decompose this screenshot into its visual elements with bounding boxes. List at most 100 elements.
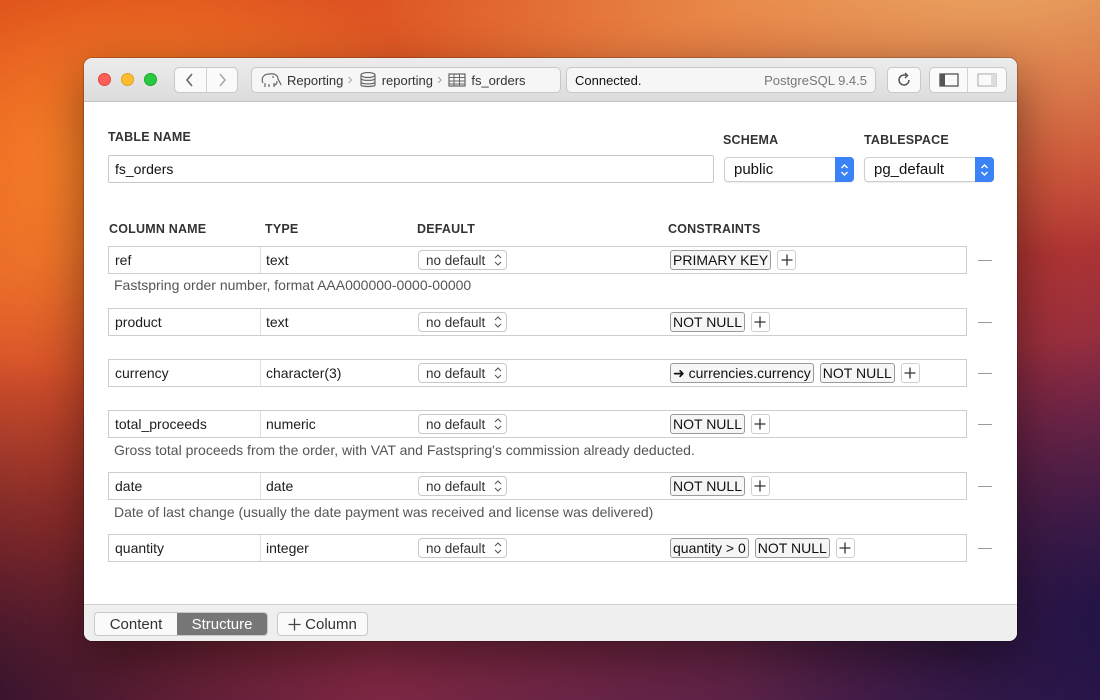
schema-select-value: public (734, 161, 773, 178)
remove-column-button[interactable] (978, 486, 992, 487)
app-window: Reporting › reporting › fs_orders Connec (84, 58, 1017, 641)
add-constraint-button[interactable] (751, 312, 770, 332)
type-header: TYPE (265, 222, 298, 236)
column-row-currency: currency character(3) no default ➜ curre… (108, 359, 967, 387)
column-name-input[interactable]: quantity (109, 535, 261, 561)
constraint-token[interactable]: NOT NULL (670, 312, 745, 332)
default-popup[interactable]: no default (418, 538, 507, 558)
sidebar-right-icon (977, 73, 997, 87)
column-row-ref: ref text no default PRIMARY KEY (108, 246, 967, 274)
constraint-token[interactable]: PRIMARY KEY (670, 250, 771, 270)
add-column-button[interactable]: Column (277, 612, 368, 636)
column-comment[interactable]: Date of last change (usually the date pa… (114, 504, 653, 520)
zoom-window-button[interactable] (144, 73, 157, 86)
column-comment[interactable]: Gross total proceeds from the order, wit… (114, 442, 695, 458)
column-row-total-proceeds: total_proceeds numeric no default NOT NU… (108, 410, 967, 438)
column-row-date: date date no default NOT NULL (108, 472, 967, 500)
constraint-token[interactable]: NOT NULL (670, 476, 745, 496)
default-popup[interactable]: no default (418, 476, 507, 496)
remove-column-button[interactable] (978, 260, 992, 261)
remove-column-button[interactable] (978, 424, 992, 425)
column-type-input[interactable]: date (261, 473, 411, 499)
constraint-token[interactable]: NOT NULL (670, 414, 745, 434)
column-type-input[interactable]: character(3) (261, 360, 411, 386)
connection-status-text: Connected. (575, 73, 642, 88)
navigation-buttons (174, 67, 238, 93)
toggle-inspector-button[interactable] (968, 68, 1006, 92)
select-arrows-icon (975, 157, 994, 182)
constraints-group: ➜ currencies.currency NOT NULL (670, 363, 920, 383)
add-constraint-button[interactable] (751, 476, 770, 496)
tablespace-label: TABLESPACE (864, 133, 949, 147)
up-down-arrows-icon (494, 315, 502, 329)
close-window-button[interactable] (98, 73, 111, 86)
foreign-key-constraint[interactable]: ➜ currencies.currency (670, 363, 814, 383)
constraint-token[interactable]: NOT NULL (755, 538, 830, 558)
constraints-group: NOT NULL (670, 476, 770, 496)
tablespace-select-value: pg_default (874, 161, 944, 178)
plus-icon (754, 316, 766, 328)
column-type-input[interactable]: numeric (261, 411, 411, 437)
default-value: no default (426, 541, 485, 556)
add-constraint-button[interactable] (751, 414, 770, 434)
column-name-input[interactable]: ref (109, 247, 261, 273)
remove-column-button[interactable] (978, 373, 992, 374)
column-type-input[interactable]: text (261, 247, 411, 273)
default-popup[interactable]: no default (418, 250, 507, 270)
column-name-input[interactable]: product (109, 309, 261, 335)
forward-button[interactable] (206, 68, 237, 92)
column-type-input[interactable]: integer (261, 535, 411, 561)
toggle-sidebar-button[interactable] (930, 68, 968, 92)
column-comment[interactable]: Fastspring order number, format AAA00000… (114, 277, 471, 293)
breadcrumb-server[interactable]: Reporting (260, 71, 343, 89)
default-value: no default (426, 366, 485, 381)
add-column-label: Column (305, 616, 357, 633)
column-name-header: COLUMN NAME (109, 222, 206, 236)
database-icon (359, 71, 377, 89)
plus-icon (754, 418, 766, 430)
constraint-token[interactable]: NOT NULL (820, 363, 895, 383)
connection-status: Connected. PostgreSQL 9.4.5 (566, 67, 876, 93)
default-header: DEFAULT (417, 222, 475, 236)
default-popup[interactable]: no default (418, 312, 507, 332)
schema-select[interactable]: public (724, 157, 854, 182)
remove-column-button[interactable] (978, 322, 992, 323)
view-toggle-group (929, 67, 1007, 93)
add-constraint-button[interactable] (777, 250, 796, 270)
default-popup[interactable]: no default (418, 363, 507, 383)
chevron-right-icon (217, 73, 227, 87)
column-name-input[interactable]: date (109, 473, 261, 499)
default-value: no default (426, 417, 485, 432)
plus-icon (781, 254, 793, 266)
column-name-input[interactable]: total_proceeds (109, 411, 261, 437)
add-constraint-button[interactable] (901, 363, 920, 383)
table-icon (448, 73, 466, 87)
column-row-product: product text no default NOT NULL (108, 308, 967, 336)
breadcrumb-table-label: fs_orders (471, 73, 525, 88)
plus-icon (754, 480, 766, 492)
up-down-arrows-icon (494, 479, 502, 493)
refresh-button[interactable] (887, 67, 921, 93)
breadcrumb: Reporting › reporting › fs_orders (251, 67, 561, 93)
add-constraint-button[interactable] (836, 538, 855, 558)
default-value: no default (426, 253, 485, 268)
elephant-icon (260, 71, 282, 89)
minimize-window-button[interactable] (121, 73, 134, 86)
tablespace-select[interactable]: pg_default (864, 157, 994, 182)
back-button[interactable] (175, 68, 206, 92)
up-down-arrows-icon (494, 541, 502, 555)
breadcrumb-database[interactable]: reporting (359, 71, 433, 89)
tab-structure[interactable]: Structure (177, 613, 267, 635)
remove-column-button[interactable] (978, 548, 992, 549)
column-name-input[interactable]: currency (109, 360, 261, 386)
check-constraint[interactable]: quantity > 0 (670, 538, 749, 558)
sidebar-left-icon (939, 73, 959, 87)
breadcrumb-table[interactable]: fs_orders (448, 73, 525, 88)
refresh-icon (896, 72, 912, 88)
up-down-arrows-icon (494, 253, 502, 267)
tab-content[interactable]: Content (95, 613, 177, 635)
table-name-input[interactable]: fs_orders (108, 155, 714, 183)
default-popup[interactable]: no default (418, 414, 507, 434)
column-type-input[interactable]: text (261, 309, 411, 335)
table-name-label: TABLE NAME (108, 130, 191, 144)
